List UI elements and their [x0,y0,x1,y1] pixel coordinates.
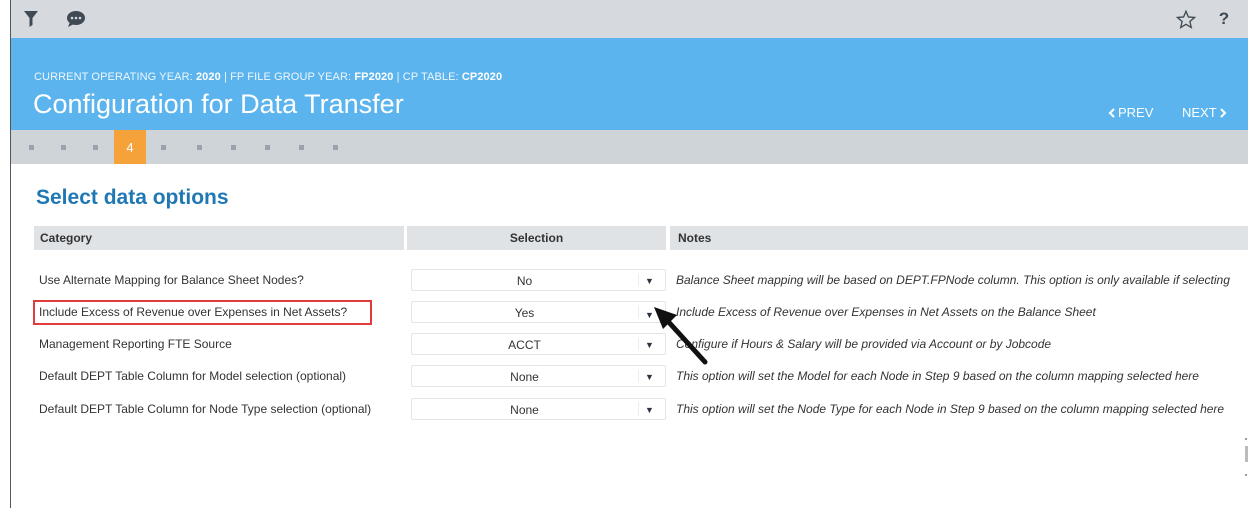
file-group-value: FP2020 [354,71,394,83]
step-indicator: 4 [11,130,1248,164]
dropdown-divider [638,305,639,319]
row-note: This option will set the Model for each … [676,369,1199,383]
row-note: Configure if Hours & Salary will be prov… [676,337,1052,351]
dropdown-divider [638,273,639,287]
operating-year-value: 2020 [195,71,221,83]
scroll-tick [1245,474,1247,476]
pointer-arrow-icon [654,307,708,365]
step-8[interactable] [265,145,270,150]
dropdown-arrow-icon[interactable]: ▼ [645,276,654,286]
file-group-label: | FP FILE GROUP YEAR: [223,71,352,83]
step-7[interactable] [231,145,236,150]
prev-button[interactable]: PREV [1108,105,1153,120]
cp-table-label: | CP TABLE: [396,71,459,83]
step-1[interactable] [29,145,34,150]
chat-icon[interactable] [64,9,88,29]
page-header: CURRENT OPERATING YEAR: 2020 | FP FILE G… [11,38,1248,130]
row-category-label: Default DEPT Table Column for Model sele… [39,369,347,383]
selection-value: No [516,274,533,288]
section-title: Select data options [36,186,229,209]
selection-dropdown[interactable]: None ▼ [411,365,666,387]
dropdown-divider [638,369,639,383]
row-category-label: Use Alternate Mapping for Balance Sheet … [39,273,304,287]
operating-year-label: CURRENT OPERATING YEAR: [34,71,193,83]
next-label: NEXT [1182,105,1217,120]
app-frame: ? CURRENT OPERATING YEAR: 2020 | FP FILE… [10,0,1248,508]
scroll-tick [1245,438,1247,440]
context-info: CURRENT OPERATING YEAR: 2020 | FP FILE G… [34,71,502,83]
dropdown-arrow-icon[interactable]: ▼ [645,405,654,415]
scrollbar[interactable] [1243,430,1248,508]
column-header-selection: Selection [407,226,666,250]
filter-icon[interactable] [22,9,40,29]
step-3[interactable] [93,145,98,150]
column-header-notes: Notes [670,226,1248,250]
star-icon[interactable] [1175,9,1197,29]
step-5[interactable] [161,145,166,150]
row-note: This option will set the Node Type for e… [676,402,1225,416]
dropdown-arrow-icon[interactable]: ▼ [645,372,654,382]
highlight-box [33,300,372,325]
selection-dropdown[interactable]: Yes ▼ [411,301,666,323]
row-category-label: Default DEPT Table Column for Node Type … [39,402,372,416]
cp-table-value: CP2020 [461,71,503,83]
row-note: Balance Sheet mapping will be based on D… [676,273,1230,287]
step-2[interactable] [61,145,66,150]
selection-dropdown[interactable]: None ▼ [411,398,666,420]
page-title: Configuration for Data Transfer [33,89,404,119]
dropdown-divider [638,337,639,351]
column-header-category: Category [34,226,404,250]
selection-value: None [510,403,539,417]
selection-value: None [510,370,539,384]
top-toolbar: ? [11,0,1248,38]
step-10[interactable] [333,145,338,150]
step-9[interactable] [299,145,304,150]
selection-dropdown[interactable]: ACCT ▼ [411,333,666,355]
step-6[interactable] [197,145,202,150]
help-icon[interactable]: ? [1215,9,1233,29]
next-button[interactable]: NEXT [1182,105,1227,120]
row-category-label: Management Reporting FTE Source [39,337,232,351]
chevron-right-icon [1219,108,1227,118]
dropdown-divider [638,402,639,416]
selection-dropdown[interactable]: No ▼ [411,269,666,291]
selection-value: Yes [514,306,535,320]
chevron-left-icon [1108,108,1115,118]
row-note: Include Excess of Revenue over Expenses … [676,305,1096,319]
selection-value: ACCT [508,338,541,352]
step-4-active[interactable]: 4 [114,130,146,164]
prev-label: PREV [1118,105,1154,120]
